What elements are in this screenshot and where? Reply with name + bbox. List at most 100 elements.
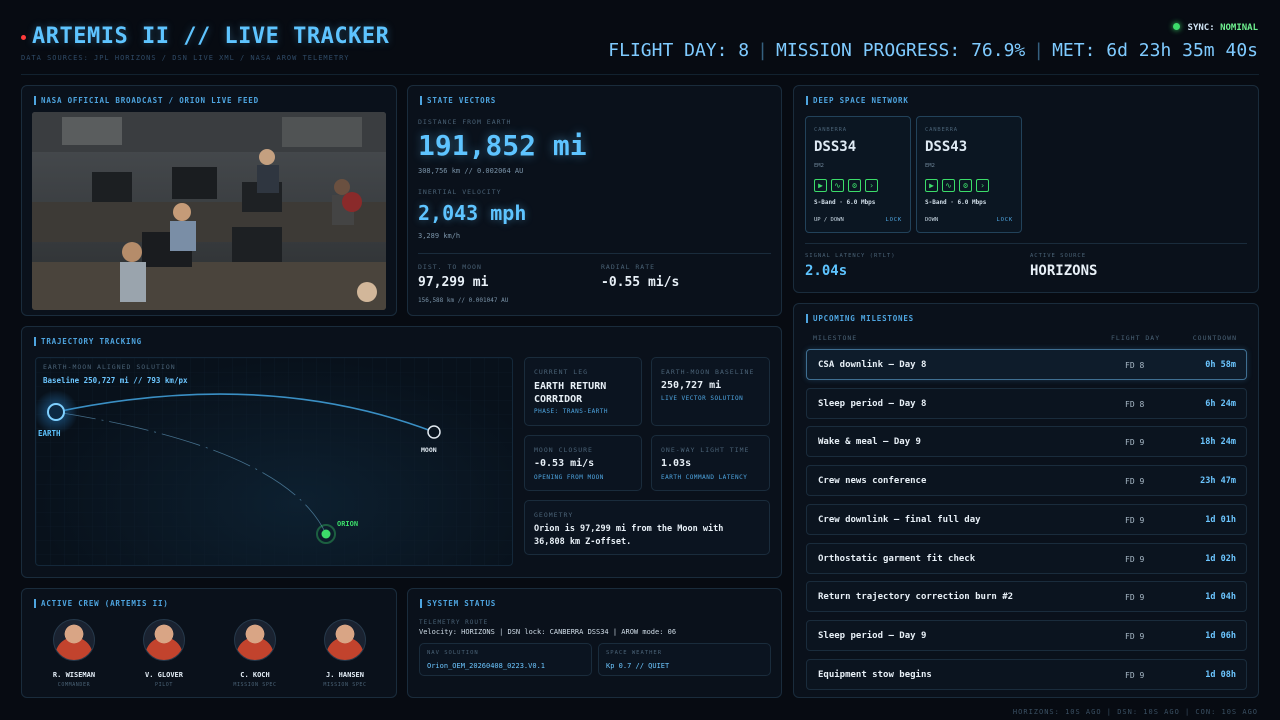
light-time-sub: EARTH COMMAND LATENCY [661,474,748,481]
light-time-value: 1.03s [661,458,692,469]
dsn-station-card[interactable]: CANBERRA DSS43 EM2 ▶ ∿ ⚙ › S-Band · 6.0 … [916,116,1022,233]
space-weather-card: SPACE WEATHER Kp 0.7 // QUIET [598,643,771,676]
mission-elapsed-time: MET: 6d 23h 35m 40s [1052,40,1258,61]
orion-label: ORION [337,520,359,528]
dsn-panel: DEEP SPACE NETWORK CANBERRA DSS34 EM2 ▶ … [793,85,1259,293]
milestone-countdown: 1d 08h [1205,670,1236,680]
moon-closure-label: MOON CLOSURE [534,446,593,454]
avatar [324,619,366,661]
terminal-icon: › [865,179,878,192]
milestone-countdown: 18h 24m [1200,437,1236,447]
crew-name: J. HANSEN [326,671,364,679]
crew-member[interactable]: R. WISEMAN COMMANDER [39,619,109,688]
milestone-row[interactable]: Return trajectory correction burn #2 FD … [806,581,1247,612]
space-weather-value: Kp 0.7 // QUIET [606,662,670,670]
milestone-day: FD 9 [1125,632,1145,641]
terminal-icon: › [976,179,989,192]
distance-label: DISTANCE FROM EARTH [418,118,512,126]
play-icon: ▶ [814,179,827,192]
moon-closure-card: MOON CLOSURE -0.53 mi/s OPENING FROM MOO… [524,435,642,491]
geometry-card: GEOMETRY Orion is 97,299 mi from the Moo… [524,500,770,555]
station-lock: LOCK [885,217,902,223]
baseline-card: EARTH-MOON BASELINE 250,727 mi LIVE VECT… [651,357,770,426]
distance-value: 191,852 mi [418,129,587,162]
current-leg-label: CURRENT LEG [534,368,589,376]
station-location: CANBERRA [925,127,958,133]
radial-rate-label: RADIAL RATE [601,263,656,271]
milestone-day: FD 9 [1125,555,1145,564]
milestone-countdown: 1d 02h [1205,554,1236,564]
trajectory-panel: TRAJECTORY TRACKING EARTH-MOON ALIGNED S… [21,326,782,578]
milestone-name: Crew downlink — final full day [818,515,981,525]
orion-marker [321,529,331,539]
play-icon: ▶ [925,179,938,192]
avatar [234,619,276,661]
milestone-name: Wake & meal — Day 9 [818,437,921,447]
nav-solution-label: NAV SOLUTION [427,650,479,656]
active-source-label: ACTIVE SOURCE [1030,253,1087,259]
state-vectors-panel: STATE VECTORS DISTANCE FROM EARTH 191,85… [407,85,782,316]
milestone-name: Return trajectory correction burn #2 [818,592,1014,602]
milestone-row[interactable]: Sleep period — Day 8 FD 8 6h 24m [806,388,1247,419]
state-vectors-title: STATE VECTORS [420,96,496,105]
divider: | [757,40,768,61]
crew-member[interactable]: V. GLOVER PILOT [129,619,199,688]
crew-name: R. WISEMAN [52,671,96,679]
trajectory-title: TRAJECTORY TRACKING [34,337,142,346]
mission-progress: MISSION PROGRESS: 76.9% [776,40,1026,61]
station-direction: DOWN [925,217,939,223]
gear-icon: ⚙ [959,179,972,192]
milestone-countdown: 0h 58m [1205,360,1236,370]
avatar [143,619,185,661]
crew-member[interactable]: J. HANSEN MISSION SPEC [310,619,380,688]
latency-label: SIGNAL LATENCY (RTLT) [805,253,896,259]
moon-distance-sub: 156,588 km // 0.001047 AU [418,297,509,304]
crew-panel: ACTIVE CREW (ARTEMIS II) R. WISEMAN COMM… [21,588,397,698]
crew-title: ACTIVE CREW (ARTEMIS II) [34,599,169,608]
milestone-row[interactable]: CSA downlink — Day 8 FD 8 0h 58m [806,349,1247,380]
station-status-icons: ▶ ∿ ⚙ › [925,179,989,192]
milestone-row[interactable]: Wake & meal — Day 9 FD 9 18h 24m [806,426,1247,457]
current-leg-card: CURRENT LEG EARTH RETURN CORRIDOR PHASE:… [524,357,642,426]
flight-day: FLIGHT DAY: 8 [608,40,750,61]
milestone-row[interactable]: Crew downlink — final full day FD 9 1d 0… [806,504,1247,535]
milestone-countdown: 6h 24m [1205,399,1236,409]
mission-summary: FLIGHT DAY: 8 | MISSION PROGRESS: 76.9% | ME… [608,40,1258,61]
crew-name: C. KOCH [240,671,270,679]
moon-distance-label: DIST. TO MOON [418,263,482,271]
col-countdown: COUNTDOWN [1192,334,1237,342]
divider: | [1033,40,1045,61]
live-video-feed[interactable] [32,112,386,310]
section-divider [805,243,1247,244]
crew-name: V. GLOVER [145,671,183,679]
moon-closure-sub: OPENING FROM MOON [534,474,604,481]
crew-role: MISSION SPEC [323,682,367,688]
milestone-day: FD 9 [1125,593,1145,602]
current-leg-value: EARTH RETURN CORRIDOR [534,381,607,405]
trajectory-map[interactable]: EARTH-MOON ALIGNED SOLUTION Baseline 250… [35,357,513,566]
light-time-card: ONE-WAY LIGHT TIME 1.03s EARTH COMMAND L… [651,435,770,491]
avatar [53,619,95,661]
solution-label: EARTH-MOON ALIGNED SOLUTION [43,363,176,371]
col-milestone: MILESTONE [813,334,858,342]
station-band: S-Band · 6.0 Mbps [925,199,987,206]
milestone-row[interactable]: Orthostatic garment fit check FD 9 1d 02… [806,543,1247,574]
sync-status-icon [1172,23,1180,30]
page-title: ARTEMIS II // LIVE TRACKER [32,24,390,49]
light-time-label: ONE-WAY LIGHT TIME [661,446,750,454]
telemetry-route-label: TELEMETRY ROUTE [419,619,489,626]
milestone-row[interactable]: Crew news conference FD 9 23h 47m [806,465,1247,496]
station-em: EM2 [925,163,935,169]
moon-marker [427,425,441,439]
milestone-day: FD 8 [1125,400,1145,409]
crew-member[interactable]: C. KOCH MISSION SPEC [220,619,290,688]
dsn-station-card[interactable]: CANBERRA DSS34 EM2 ▶ ∿ ⚙ › S-Band · 6.0 … [805,116,911,233]
moon-distance-value: 97,299 mi [418,275,489,290]
milestone-day: FD 9 [1125,671,1145,680]
milestone-countdown: 1d 01h [1205,515,1236,525]
section-divider [418,253,771,254]
milestone-row[interactable]: Sleep period — Day 9 FD 9 1d 06h [806,620,1247,651]
live-indicator-dot [21,35,26,40]
milestone-name: Sleep period — Day 8 [818,399,927,409]
milestone-row[interactable]: Equipment stow begins FD 9 1d 08h [806,659,1247,690]
